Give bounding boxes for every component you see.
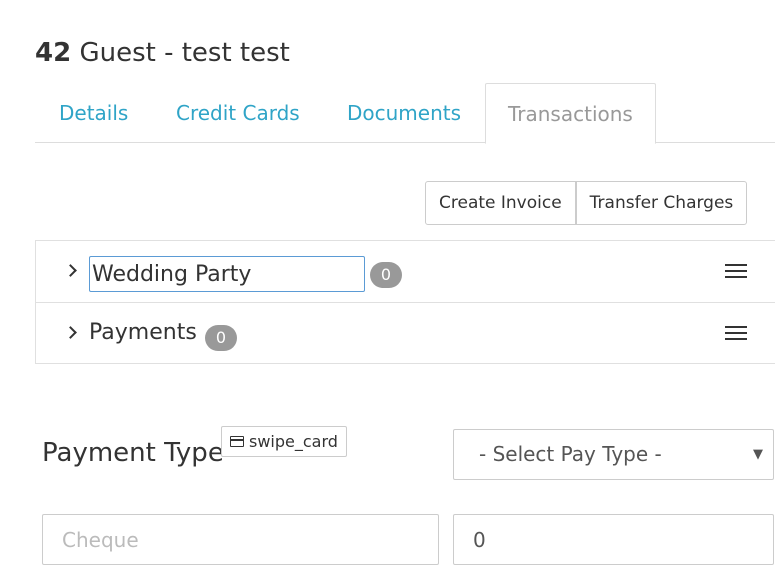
group-name-input[interactable]: [89, 256, 365, 292]
folio-group-payments: Payments 0: [35, 302, 775, 364]
dropdown-arrow-icon: ▼: [753, 447, 763, 462]
transaction-actions: Create Invoice Transfer Charges: [425, 181, 748, 225]
transfer-charges-button[interactable]: Transfer Charges: [575, 181, 748, 225]
chevron-right-icon[interactable]: [64, 261, 80, 281]
swipe-card-label: swipe_card: [249, 432, 338, 451]
tab-transactions[interactable]: Transactions: [485, 83, 656, 144]
payment-amount-input[interactable]: [453, 514, 774, 565]
hamburger-menu-icon[interactable]: [725, 264, 747, 280]
tab-bar: Details Credit Cards Documents Transacti…: [35, 83, 775, 144]
hamburger-menu-icon[interactable]: [725, 326, 747, 342]
tab-documents[interactable]: Documents: [347, 83, 461, 143]
chevron-right-icon[interactable]: [64, 323, 80, 343]
guest-number: 42: [35, 38, 72, 68]
group-count-badge: 0: [205, 325, 237, 351]
guest-name: Guest - test test: [71, 38, 290, 68]
payment-reference-input[interactable]: [42, 514, 439, 565]
create-invoice-button[interactable]: Create Invoice: [425, 181, 576, 225]
folio-group-wedding-party: 0: [35, 240, 775, 302]
pay-type-selected-value: - Select Pay Type -: [479, 442, 662, 466]
page-title: 42 Guest - test test: [35, 38, 290, 68]
tab-credit-cards[interactable]: Credit Cards: [176, 83, 300, 143]
payment-type-label: Payment Type: [42, 438, 224, 468]
pay-type-select[interactable]: - Select Pay Type - ▼: [453, 429, 774, 480]
group-name-label: Payments: [89, 320, 197, 345]
tab-details[interactable]: Details: [59, 83, 128, 143]
swipe-card-button[interactable]: swipe_card: [221, 426, 347, 457]
group-count-badge: 0: [370, 262, 402, 288]
credit-card-icon: [230, 435, 244, 447]
